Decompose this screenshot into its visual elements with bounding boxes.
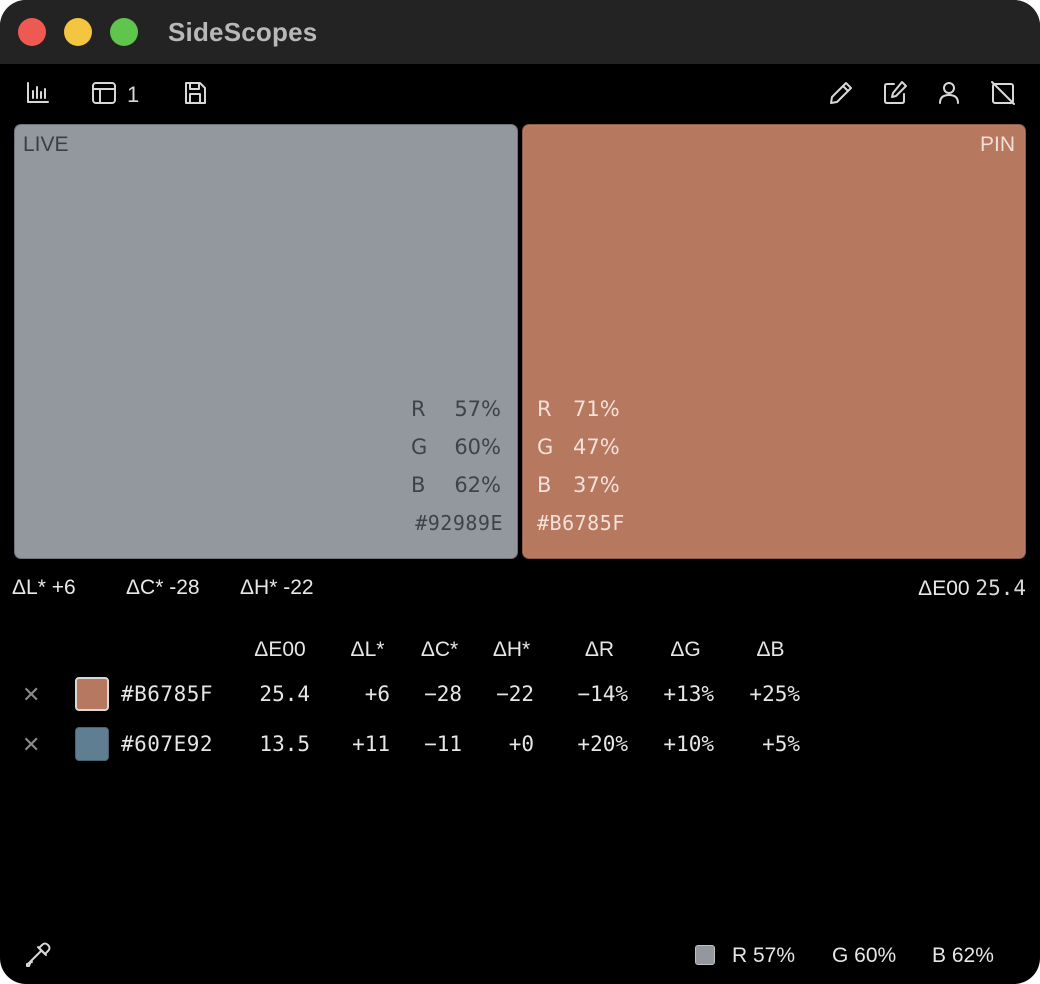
delta-c-value: -28: [169, 576, 200, 599]
header-delta-h: ΔH*: [492, 638, 531, 661]
edit-icon[interactable]: [881, 79, 909, 107]
row-swatch[interactable]: [75, 727, 109, 761]
live-color-panel[interactable]: LIVE R 57% G 60% B 62% #92989E: [14, 124, 518, 559]
layout-count: 1: [127, 82, 140, 107]
row-delta-r: −14%: [577, 682, 628, 706]
header-delta-l: ΔL*: [350, 638, 385, 661]
row-delta-b: +25%: [749, 682, 800, 706]
pin-g-value: 47%: [573, 435, 620, 459]
delta-l-value: +6: [51, 576, 76, 599]
row-hex: #B6785F: [121, 682, 214, 706]
pin-label: PIN: [979, 133, 1015, 156]
pin-hex: #B6785F: [537, 511, 625, 535]
status-g-value: G 60%: [832, 944, 897, 967]
delta-l-label: ΔL*: [12, 576, 46, 599]
chart-icon[interactable]: [24, 79, 52, 107]
pin-b-row: B 37%: [537, 473, 627, 499]
app-window: SideScopes 1 LIVE R 57% G 60% B 62% #929…: [0, 0, 1040, 984]
delta-e-value: 25.4: [975, 576, 1026, 600]
live-r-label: R: [411, 397, 426, 421]
delta-c-label: ΔC*: [126, 576, 164, 599]
live-b-label: B: [411, 473, 426, 497]
pin-r-row: R 71%: [537, 397, 627, 423]
row-delta-h: −22: [496, 682, 534, 706]
table-row: ✕ #607E92 13.5 +11 −11 +0 +20% +10% +5%: [0, 726, 1040, 766]
delta-h-value: -22: [283, 576, 314, 599]
row-delta-l: +6: [364, 682, 390, 706]
pin-r-value: 71%: [573, 397, 620, 421]
minimize-window-button[interactable]: [64, 18, 92, 46]
header-delta-b: ΔB: [756, 638, 785, 661]
live-b-value: 62%: [454, 473, 501, 497]
status-color-swatch: [695, 945, 715, 965]
live-g-value: 60%: [454, 435, 501, 459]
row-delta-c: −28: [424, 682, 462, 706]
status-b-value: B 62%: [932, 944, 994, 967]
row-delta-b: +5%: [762, 732, 800, 756]
delta-c-summary: ΔC* -28: [126, 576, 200, 600]
live-hex: #92989E: [415, 511, 503, 535]
row-hex: #607E92: [121, 732, 214, 756]
row-swatch[interactable]: [75, 677, 109, 711]
pin-b-label: B: [537, 473, 552, 497]
header-delta-e: ΔE00: [254, 638, 306, 661]
pin-g-label: G: [537, 435, 554, 459]
row-delta-g: +10%: [663, 732, 714, 756]
no-frame-icon[interactable]: [989, 79, 1017, 107]
delta-h-summary: ΔH* -22: [240, 576, 314, 600]
row-delta-h: +0: [508, 732, 534, 756]
row-delta-c: −11: [424, 732, 462, 756]
delta-e-summary: ΔE00 25.4: [918, 576, 1026, 601]
pin-g-row: G 47%: [537, 435, 627, 461]
person-icon[interactable]: [935, 79, 963, 107]
title-bar: SideScopes: [0, 0, 1040, 64]
save-icon[interactable]: [181, 79, 209, 107]
pin-b-value: 37%: [573, 473, 620, 497]
live-g-row: G 60%: [411, 435, 501, 461]
row-delta-g: +13%: [663, 682, 714, 706]
live-r-row: R 57%: [411, 397, 501, 423]
row-delta-l: +11: [352, 732, 390, 756]
live-b-row: B 62%: [411, 473, 501, 499]
window-title: SideScopes: [168, 17, 318, 47]
layout-icon[interactable]: [90, 79, 118, 107]
header-delta-c: ΔC*: [420, 638, 459, 661]
pencil-icon[interactable]: [827, 79, 855, 107]
delta-e-label: ΔE00: [918, 577, 970, 600]
live-r-value: 57%: [454, 397, 501, 421]
row-delta-r: +20%: [577, 732, 628, 756]
pin-r-label: R: [537, 397, 552, 421]
delta-l-summary: ΔL* +6: [12, 576, 76, 600]
maximize-window-button[interactable]: [110, 18, 138, 46]
header-delta-g: ΔG: [670, 638, 701, 661]
status-r-value: R 57%: [732, 944, 796, 967]
table-row: ✕ #B6785F 25.4 +6 −28 −22 −14% +13% +25%: [0, 676, 1040, 716]
live-label: LIVE: [23, 133, 69, 156]
eyedropper-icon[interactable]: [24, 941, 52, 969]
row-delta-e: 25.4: [259, 682, 310, 706]
pin-color-panel[interactable]: PIN R 71% G 47% B 37% #B6785F: [522, 124, 1026, 559]
close-window-button[interactable]: [18, 18, 46, 46]
delta-h-label: ΔH*: [240, 576, 278, 599]
remove-row-button[interactable]: ✕: [22, 682, 40, 708]
header-delta-r: ΔR: [584, 638, 615, 661]
live-g-label: G: [411, 435, 428, 459]
row-delta-e: 13.5: [259, 732, 310, 756]
remove-row-button[interactable]: ✕: [22, 732, 40, 758]
